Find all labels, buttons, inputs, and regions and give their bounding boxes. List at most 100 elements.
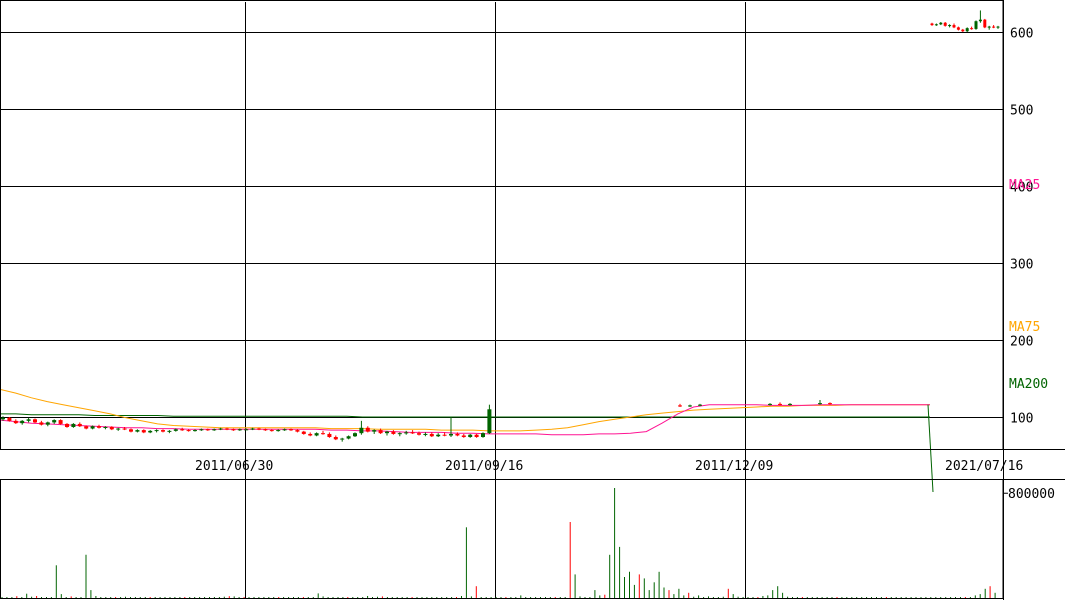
candle-body (468, 434, 473, 438)
candle-body (109, 427, 114, 430)
candle-body (474, 434, 479, 438)
candle-body (442, 434, 447, 436)
candle-body (161, 430, 165, 432)
candle-body (698, 404, 702, 406)
candle-body (436, 434, 441, 437)
candle-body (58, 420, 63, 424)
candle-body (429, 433, 434, 437)
legend-ma25: MA25 (1009, 178, 1040, 193)
candle-body (97, 426, 101, 428)
candle-body (244, 429, 249, 431)
candle-body (956, 27, 960, 30)
candle-body (952, 25, 956, 28)
candle-body (417, 433, 421, 435)
candle-body (301, 431, 306, 434)
date-tick-label: 2011/09/16 (445, 459, 523, 474)
candle-body (103, 427, 108, 429)
candle-body (948, 25, 952, 27)
candle-body (225, 428, 229, 430)
candle-body (768, 403, 772, 405)
candle-body (231, 429, 236, 431)
volume-panel-border (0, 479, 1004, 599)
candle-body (289, 429, 293, 431)
candle-body (987, 26, 991, 28)
candle-body (970, 28, 974, 30)
candle-body (391, 431, 396, 434)
candle-body (7, 417, 12, 421)
candle-body (180, 429, 185, 431)
candle-body (996, 26, 1000, 28)
candle-body (939, 22, 943, 25)
candle-body (193, 430, 197, 432)
candle-body (778, 403, 782, 405)
candle-body (333, 437, 338, 440)
candle-body (978, 19, 982, 22)
candle-body (212, 429, 217, 431)
candle-body (13, 420, 18, 424)
candle-body (167, 430, 172, 432)
price-tick-label: 600 (1010, 27, 1033, 42)
candle-body (141, 430, 146, 433)
candle-body (410, 432, 415, 434)
candle-body (295, 430, 300, 432)
candle-body (678, 405, 682, 407)
price-tick-label: 200 (1010, 335, 1033, 350)
candle-body (461, 435, 466, 438)
candle-body (346, 436, 351, 439)
candle-body (116, 428, 121, 430)
candle-body (487, 409, 492, 434)
candle-body (353, 433, 357, 437)
candlesticks (1, 10, 1000, 442)
candle-body (423, 433, 428, 435)
candle-body (39, 422, 44, 425)
candle-body (52, 420, 57, 423)
candle-body (65, 423, 69, 428)
candle-body (269, 430, 274, 432)
candle-body (397, 433, 402, 435)
candle-body (135, 430, 140, 432)
volume-bars (1, 488, 996, 598)
candle-body (688, 405, 692, 407)
date-tick-label: 2021/07/16 (945, 459, 1023, 474)
candle-body (26, 419, 31, 421)
candle-body (218, 428, 223, 430)
legend-ma200: MA200 (1009, 377, 1048, 392)
candle-body (359, 427, 364, 434)
candle-body (455, 433, 460, 436)
candle-body (961, 29, 965, 32)
candle-body (84, 426, 89, 429)
candle-body (983, 19, 987, 28)
candle-body (930, 23, 934, 26)
candle-body (263, 429, 268, 431)
candle-body (20, 420, 25, 424)
candle-body (992, 26, 996, 28)
candle-body (129, 429, 133, 432)
candle-body (90, 426, 95, 429)
candle-body (148, 430, 153, 433)
candle-body (974, 21, 978, 29)
date-tick-label: 2011/06/30 (195, 459, 273, 474)
candle-body (372, 430, 377, 432)
candle-body (122, 428, 127, 430)
candle-body (71, 423, 76, 428)
candle-body (321, 433, 325, 435)
candle-body (308, 433, 313, 436)
price-tick-label: 500 (1010, 104, 1033, 119)
date-tick-label: 2011/12/09 (695, 459, 773, 474)
candle-body (186, 430, 191, 432)
price-grid (0, 2, 1003, 598)
candle-body (965, 28, 969, 32)
candle-body (257, 428, 261, 430)
volume-tick-label: 800000 (1008, 487, 1055, 502)
candle-body (33, 419, 37, 423)
axis-labels: 1002003004005006002011/06/30 2011/09/16 20… (195, 27, 1055, 503)
candle-body (788, 403, 792, 405)
price-tick-label: 100 (1010, 412, 1033, 427)
candle-body (449, 433, 453, 436)
candle-body (282, 429, 287, 431)
candle-body (205, 429, 210, 431)
candle-body (77, 423, 82, 427)
stock-chart: 1002003004005006002011/06/30 2011/09/16 20… (0, 0, 1065, 600)
candle-body (365, 427, 370, 432)
candle-body (199, 429, 204, 431)
